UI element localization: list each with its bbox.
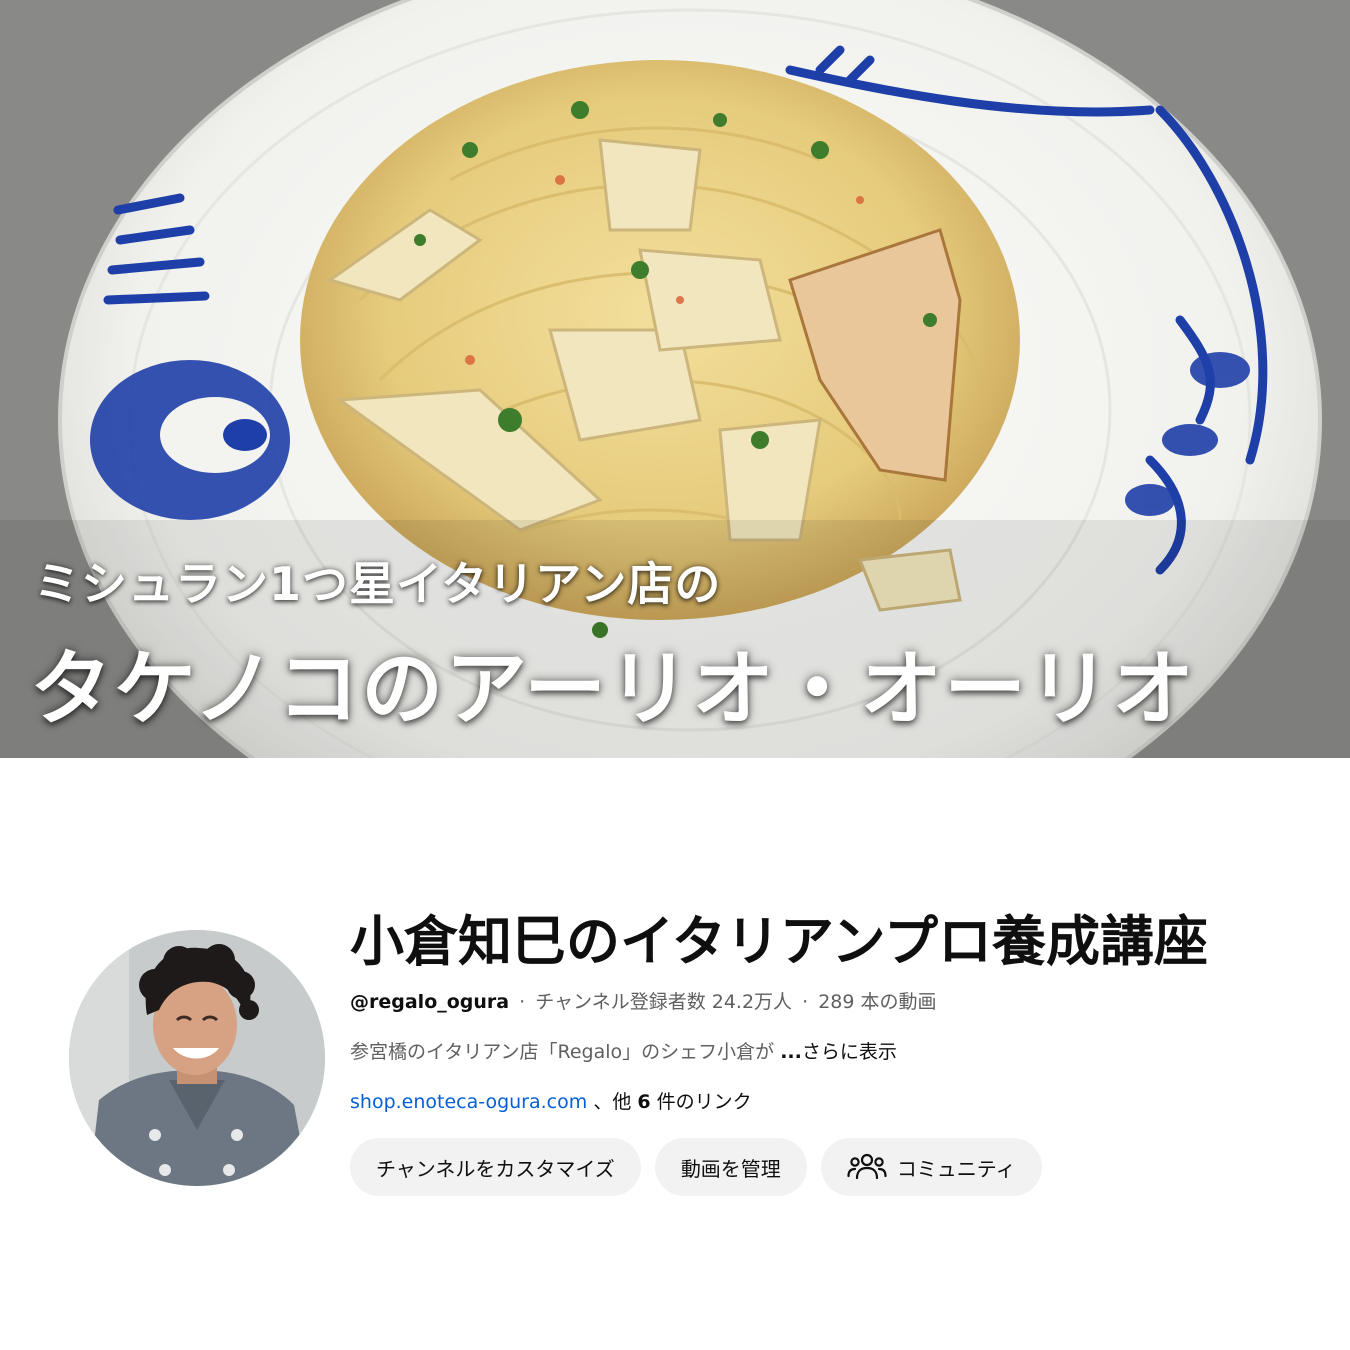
community-button[interactable]: コミュニティ [820,1138,1042,1196]
channel-link[interactable]: shop.enoteca-ogura.com [350,1091,587,1113]
show-more-link[interactable]: ...さらに表示 [780,1041,897,1063]
more-links[interactable]: 、他 6 件のリンク [593,1091,751,1113]
channel-avatar[interactable] [69,930,325,1186]
channel-info: 小倉知巳のイタリアンプロ養成講座 @regalo_ogura ‧ チャンネル登録… [350,902,1310,1196]
banner-caption-main: タケノコのアーリオ・オーリオ [30,642,1197,737]
channel-links: shop.enoteca-ogura.com 、他 6 件のリンク [350,1086,1310,1118]
people-icon [847,1151,887,1183]
banner-caption-top: ミシュラン1つ星イタリアン店の [34,557,722,611]
subscriber-count: チャンネル登録者数 24.2万人 [535,991,793,1013]
description-text: 参宮橋のイタリアン店「Regalo」のシェフ小倉が [350,1041,775,1063]
customize-channel-button[interactable]: チャンネルをカスタマイズ [350,1138,641,1196]
channel-title: 小倉知巳のイタリアンプロ養成講座 [350,910,1209,973]
manage-videos-button[interactable]: 動画を管理 [654,1138,807,1196]
channel-description[interactable]: 参宮橋のイタリアン店「Regalo」のシェフ小倉が ...さらに表示 [350,1036,1310,1068]
community-label: コミュニティ [896,1156,1016,1181]
channel-banner: ミシュラン1つ星イタリアン店の タケノコのアーリオ・オーリオ [0,0,1350,758]
video-count: 289 本の動画 [818,991,937,1013]
channel-page: ミシュラン1つ星イタリアン店の タケノコのアーリオ・オーリオ 小倉知巳のイタリア… [0,0,1350,1350]
avatar-photo [69,930,325,1186]
meta-separator: ‧ [802,991,809,1013]
channel-meta: @regalo_ogura ‧ チャンネル登録者数 24.2万人 ‧ 289 本… [350,986,1310,1018]
meta-separator: ‧ [519,991,526,1013]
channel-actions: チャンネルをカスタマイズ 動画を管理 コミュニティ [350,1138,1310,1196]
channel-handle: @regalo_ogura [350,991,510,1013]
